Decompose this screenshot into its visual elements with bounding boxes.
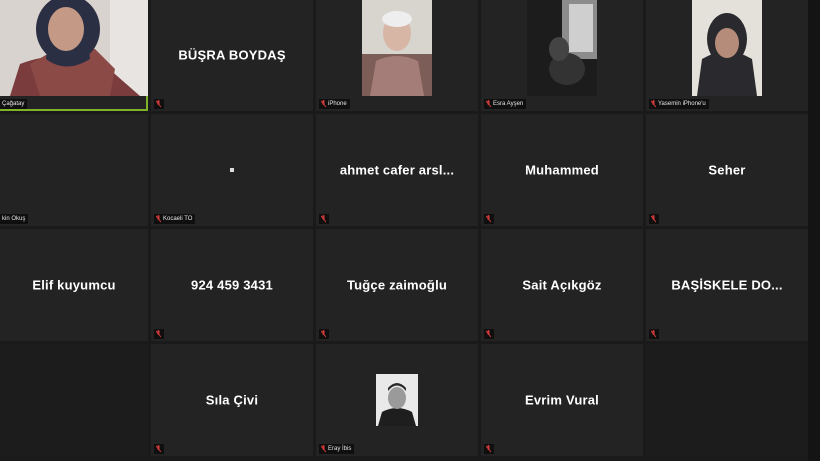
participant-label (319, 214, 329, 224)
mic-muted-icon (156, 215, 161, 223)
participant-label (484, 329, 494, 339)
participant-video (362, 0, 432, 111)
participant-tile[interactable]: Sait Açıkgöz (481, 229, 643, 341)
participant-name: Tuğçe zaimoğlu (346, 277, 448, 293)
participant-video (527, 0, 597, 111)
participant-label (649, 214, 659, 224)
participant-tile[interactable]: Eray İbis (316, 344, 478, 456)
participant-tile[interactable]: Yasemin iPhone'u (646, 0, 808, 111)
participant-tile[interactable]: BÜŞRA BOYDAŞ (151, 0, 313, 111)
mic-muted-icon (321, 330, 326, 338)
mic-muted-icon (156, 445, 161, 453)
mic-muted-icon (651, 100, 656, 108)
participant-label (649, 329, 659, 339)
participant-name: iPhone (328, 101, 347, 107)
mic-muted-icon (486, 100, 491, 108)
participant-tile[interactable]: Kocaeli TO (151, 114, 313, 226)
participant-name: BAŞİSKELE DO... (671, 277, 783, 293)
participant-name: Muhammed (525, 162, 599, 178)
participant-name: kin Okuş (2, 216, 26, 222)
participant-label: Kocaeli TO (154, 214, 196, 224)
participant-label (484, 214, 494, 224)
participant-name: Evrim Vural (525, 392, 599, 408)
empty-slot (646, 344, 808, 456)
participant-tile[interactable]: Seher (646, 114, 808, 226)
participant-label: Eray İbis (319, 444, 355, 454)
participant-name: BÜŞRA BOYDAŞ (178, 47, 286, 63)
participant-label: Esra Ayşen (484, 99, 527, 109)
participant-label: kin Okuş (0, 214, 29, 224)
participant-name: 924 459 3431 (191, 277, 273, 293)
participant-name: Yasemin iPhone'u (658, 101, 706, 107)
mic-muted-icon (321, 215, 326, 223)
participant-tile[interactable]: kin Okuş (0, 114, 148, 226)
participant-name: Elif kuyumcu (32, 277, 116, 293)
participant-name: Sait Açıkgöz (522, 277, 602, 293)
participant-label (154, 99, 164, 109)
participant-name: Kocaeli TO (163, 216, 193, 222)
participant-video (692, 0, 762, 111)
scroll-edge (808, 0, 820, 461)
participant-tile[interactable]: Tuğçe zaimoğlu (316, 229, 478, 341)
participant-label: Yasemin iPhone'u (649, 99, 709, 109)
participant-tile[interactable]: ahmet cafer arsl... (316, 114, 478, 226)
participant-name: Esra Ayşen (493, 101, 524, 107)
empty-slot (0, 344, 148, 456)
mic-muted-icon (156, 330, 161, 338)
mic-muted-icon (486, 330, 491, 338)
participant-grid: Çağatay BÜŞRA BOYDAŞ iPhone Esra Ayşen Y… (0, 0, 808, 456)
participant-name: ahmet cafer arsl... (339, 162, 455, 178)
mic-muted-icon (321, 100, 326, 108)
participant-tile[interactable]: BAŞİSKELE DO... (646, 229, 808, 341)
participant-tile[interactable]: iPhone (316, 0, 478, 111)
participant-video (0, 0, 148, 111)
participant-tile[interactable]: 924 459 3431 (151, 229, 313, 341)
mic-muted-icon (486, 445, 491, 453)
mic-muted-icon (651, 215, 656, 223)
participant-label: iPhone (319, 99, 350, 109)
mic-muted-icon (321, 445, 326, 453)
participant-label: Çağatay (0, 99, 28, 109)
participant-label (484, 444, 494, 454)
participant-tile[interactable]: Muhammed (481, 114, 643, 226)
placeholder-dot (230, 168, 234, 172)
participant-name: Çağatay (2, 101, 25, 107)
mic-muted-icon (156, 100, 161, 108)
participant-tile[interactable]: Çağatay (0, 0, 148, 111)
mic-muted-icon (486, 215, 491, 223)
profile-photo (376, 374, 418, 426)
participant-name: Sıla Çivi (205, 392, 259, 408)
participant-tile[interactable]: Evrim Vural (481, 344, 643, 456)
participant-tile[interactable]: Esra Ayşen (481, 0, 643, 111)
participant-name: Seher (708, 162, 746, 178)
participant-label (154, 444, 164, 454)
participant-label (154, 329, 164, 339)
participant-tile[interactable]: Elif kuyumcu (0, 229, 148, 341)
participant-label (319, 329, 329, 339)
participant-name: Eray İbis (328, 446, 352, 452)
participant-tile[interactable]: Sıla Çivi (151, 344, 313, 456)
mic-muted-icon (651, 330, 656, 338)
